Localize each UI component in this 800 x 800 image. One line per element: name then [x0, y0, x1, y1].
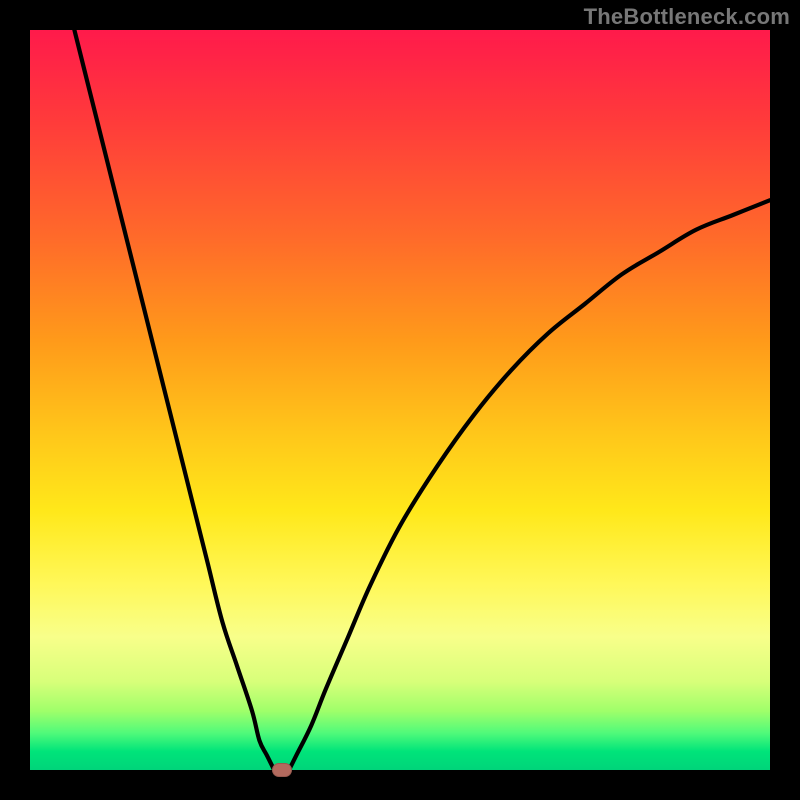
chart-frame: TheBottleneck.com: [0, 0, 800, 800]
optimal-point-marker: [272, 763, 292, 777]
curve-path: [74, 30, 770, 770]
bottleneck-curve: [30, 30, 770, 770]
plot-area: [30, 30, 770, 770]
watermark-text: TheBottleneck.com: [584, 4, 790, 30]
